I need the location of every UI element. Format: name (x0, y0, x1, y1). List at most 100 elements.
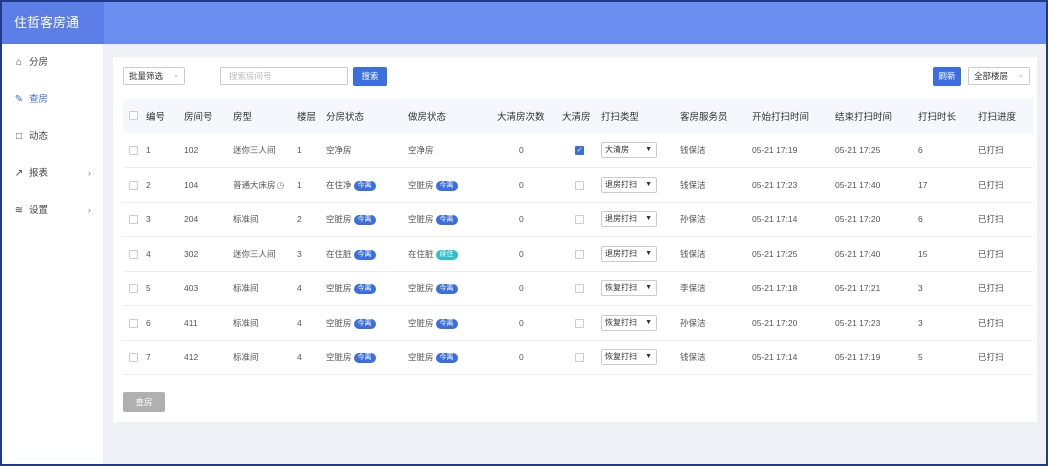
search-button[interactable]: 搜索 (353, 67, 387, 86)
batch-filter-select[interactable]: 批量筛选 ⌄ (123, 67, 185, 85)
cell-duration: 5 (918, 352, 923, 363)
big-clean-checkbox[interactable] (575, 249, 584, 259)
clean-type-value: 恢复打扫 (605, 352, 637, 362)
clean-type-select[interactable]: 大清房 ▼ (601, 142, 657, 158)
cell-staff: 钱保洁 (680, 248, 706, 259)
column-header[interactable]: 做房状态 (408, 99, 497, 133)
cell-progress: 已打扫 (978, 179, 1004, 190)
work-status-text: 空脏房 (408, 352, 434, 363)
big-clean-checkbox[interactable] (575, 215, 584, 225)
row-checkbox[interactable] (129, 318, 138, 328)
sidebar-item-settings[interactable]: ≋ 设置 › (2, 192, 103, 229)
cell-end-time: 05-21 17:25 (835, 145, 881, 155)
column-header[interactable]: 分房状态 (326, 99, 408, 133)
cell-no: 4 (146, 248, 151, 259)
column-header[interactable]: 打扫进度 (978, 99, 1033, 133)
clean-type-select[interactable]: 退房打扫 ▼ (601, 211, 657, 228)
row-checkbox[interactable] (129, 284, 138, 294)
column-header[interactable]: 客房服务员 (680, 99, 752, 133)
select-all-checkbox[interactable] (129, 111, 138, 121)
cell-end-time: 05-21 17:23 (835, 317, 881, 328)
cell-end-time: 05-21 17:40 (835, 248, 881, 259)
cell-room: 403 (184, 283, 199, 294)
cell-room-type: 标准间 (233, 306, 297, 341)
check-room-button[interactable]: 查房 (123, 392, 165, 412)
clean-type-value: 恢复打扫 (605, 283, 637, 293)
table-row: 1 102 迷你三人间 1 空净房 空净房 0 ✓ 大清房 ▼ 钱保洁 05-21 17:19 05-2… (123, 133, 1033, 168)
edit-icon: ✎ (14, 94, 24, 105)
sidebar-item-inspect[interactable]: ✎ 查房 (2, 81, 103, 118)
sidebar-item-label: 动态 (29, 131, 49, 142)
big-clean-checkbox[interactable] (575, 318, 584, 328)
sidebar-item-label: 分房 (29, 57, 49, 68)
search-input[interactable]: 搜索房间号 (220, 67, 348, 85)
clean-type-select[interactable]: 退房打扫 ▼ (601, 245, 657, 262)
cell-duration: 3 (918, 317, 923, 328)
table-row: 7 412 标准间 4 空脏房 今离 空脏房 今离 0 恢复打扫 ▼ 钱保洁 05-21 17:14 05… (123, 340, 1033, 375)
cell-staff: 钱保洁 (680, 145, 706, 155)
row-checkbox[interactable] (129, 215, 138, 225)
cell-staff: 孙保洁 (680, 214, 706, 225)
column-header[interactable]: 大清房 (562, 99, 601, 133)
cell-clean-count: 0 (519, 145, 524, 155)
work-status-text: 空脏房 (408, 317, 434, 328)
clean-type-select[interactable]: 恢复打扫 ▼ (601, 349, 657, 366)
column-header[interactable]: 楼层 (297, 99, 326, 133)
column-header[interactable]: 房型 (233, 99, 297, 133)
cell-start-time: 05-21 17:23 (752, 179, 798, 190)
cell-clean-count: 0 (519, 214, 524, 225)
clean-type-value: 退房打扫 (605, 214, 637, 224)
cell-no: 7 (146, 352, 151, 363)
column-header[interactable]: 编号 (146, 99, 184, 133)
cell-room: 412 (184, 352, 199, 363)
floor-select-value: 全部楼层 (974, 71, 1009, 81)
cell-end-time: 05-21 17:21 (835, 283, 881, 294)
table-row: 5 403 标准间 4 空脏房 今离 空脏房 今离 0 恢复打扫 ▼ 李保洁 05-21 17:18 05… (123, 271, 1033, 306)
column-header[interactable]: 结束打扫时间 (835, 99, 918, 133)
cell-clean-count: 0 (519, 179, 524, 190)
caret-down-icon: ▼ (645, 284, 652, 292)
big-clean-checkbox[interactable]: ✓ (575, 146, 584, 156)
cell-clean-count: 0 (519, 352, 524, 363)
chevron-right-icon: › (87, 205, 91, 216)
row-checkbox[interactable] (129, 146, 138, 156)
sidebar-item-activity[interactable]: □ 动态 (2, 118, 103, 155)
app-title: 住哲客房通 (2, 2, 104, 44)
big-clean-checkbox[interactable] (575, 284, 584, 294)
clean-type-select[interactable]: 恢复打扫 ▼ (601, 314, 657, 331)
big-clean-checkbox[interactable] (575, 353, 584, 363)
column-header[interactable]: 房间号 (184, 99, 233, 133)
row-checkbox[interactable] (129, 249, 138, 259)
column-header[interactable]: 打扫类型 (601, 99, 680, 133)
room-type-text: 迷你三人间 (233, 248, 276, 259)
room-type-text: 标准间 (233, 214, 259, 225)
cell-room: 302 (184, 248, 199, 259)
chevron-down-icon: ⌄ (173, 72, 179, 79)
table-row: 3 204 标准间 2 空脏房 今离 空脏房 今离 0 退房打扫 ▼ 孙保洁 05-21 17:14 05… (123, 202, 1033, 237)
clean-type-select[interactable]: 恢复打扫 ▼ (601, 280, 657, 297)
cell-room: 411 (184, 317, 198, 328)
sidebar-item-reports[interactable]: ↗ 报表 › (2, 155, 103, 192)
column-header[interactable]: 打扫时长 (918, 99, 978, 133)
column-header[interactable]: 大清房次数 (497, 99, 562, 133)
clock-icon: ◷ (276, 179, 285, 190)
big-clean-checkbox[interactable] (575, 180, 584, 190)
sidebar-item-assign[interactable]: ⌂ 分房 (2, 44, 103, 81)
cell-progress: 已打扫 (978, 248, 1004, 259)
cell-floor: 4 (297, 283, 302, 294)
column-header[interactable]: 开始打扫时间 (752, 99, 835, 133)
clean-type-select[interactable]: 退房打扫 ▼ (601, 176, 657, 193)
cell-assign-status: 空脏房 今离 (326, 271, 408, 306)
caret-down-icon: ▼ (645, 146, 652, 153)
cell-assign-status: 在住净 今离 (326, 168, 408, 203)
room-type-text: 迷你三人间 (233, 145, 276, 155)
cell-clean-count: 0 (519, 283, 524, 294)
row-checkbox[interactable] (129, 353, 138, 363)
cell-work-status: 空脏房 今离 (408, 306, 497, 341)
status-badge: 续住 (435, 249, 458, 260)
cell-work-status: 空脏房 今离 (408, 271, 497, 306)
row-checkbox[interactable] (129, 180, 138, 190)
cell-progress: 已打扫 (978, 214, 1004, 225)
refresh-button[interactable]: 刷新 (933, 67, 961, 86)
floor-select[interactable]: 全部楼层 ⌄ (968, 67, 1030, 85)
